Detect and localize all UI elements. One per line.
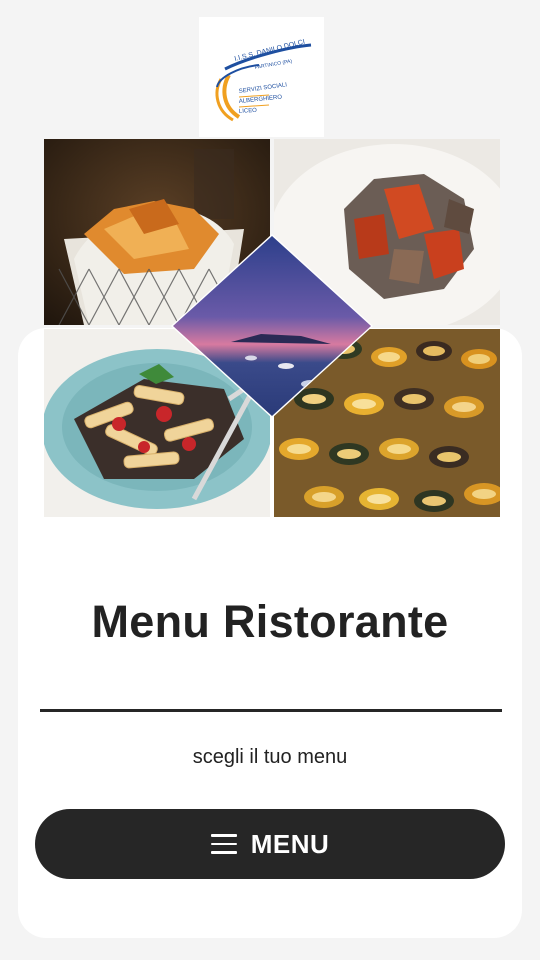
menu-button[interactable]: MENU: [35, 809, 505, 879]
sunset-sea-photo: [171, 234, 373, 418]
page-title: Menu Ristorante: [91, 596, 449, 647]
page-subtitle: scegli il tuo menu: [192, 746, 348, 768]
title-divider: [40, 709, 502, 712]
logo-text-line2: PARTINICO (PA): [254, 58, 293, 71]
logo-text-line1: I.I.S.S. DANILO DOLCI: [234, 39, 306, 63]
menu-button-label: MENU: [250, 828, 330, 859]
logo-text-line5: LICEO: [239, 108, 258, 115]
food-collage: [44, 137, 500, 517]
school-logo: I.I.S.S. DANILO DOLCI PARTINICO (PA) SER…: [199, 17, 324, 137]
hamburger-icon: [210, 833, 237, 855]
logo-text-line3: SERVIZI SOCIALI: [238, 82, 287, 95]
